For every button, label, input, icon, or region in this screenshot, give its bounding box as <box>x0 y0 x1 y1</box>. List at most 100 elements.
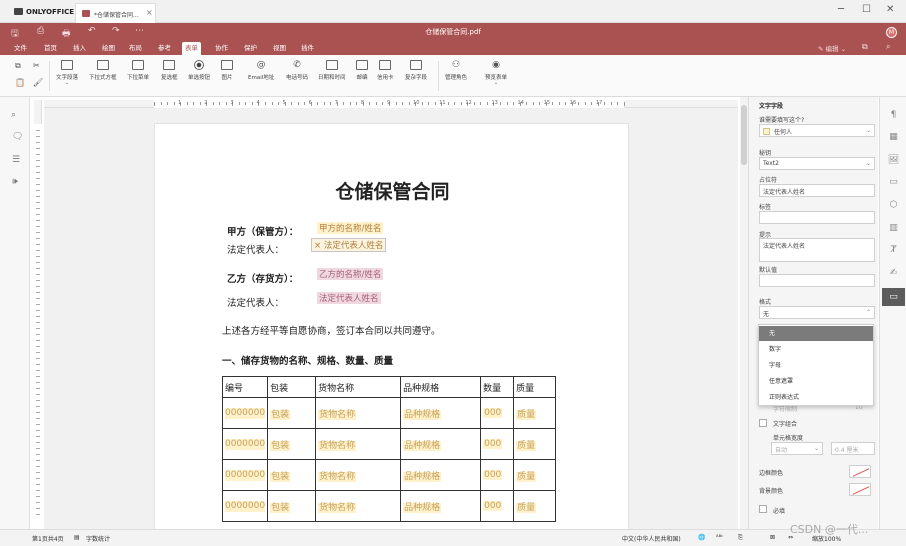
page-indicator[interactable]: 第1页共4页 <box>32 534 64 543</box>
maximize-icon[interactable]: ☐ <box>862 4 871 15</box>
radio-button-button[interactable]: 单选按钮 <box>188 60 210 81</box>
manage-roles-button[interactable]: ⚇ 管理角色 <box>445 60 467 81</box>
horizontal-ruler[interactable]: 1 2 3 4 5 6 7 8 9 10 11 12 13 14 15 16 17 <box>44 100 738 108</box>
border-color-picker[interactable] <box>849 465 871 478</box>
goods-name-field[interactable]: 货物名称 <box>318 440 357 451</box>
id-field[interactable]: 0000000 <box>225 407 266 419</box>
minimize-icon[interactable]: ─ <box>838 4 844 15</box>
copy-icon[interactable]: ⧉ <box>15 61 21 71</box>
format-select[interactable]: 无 ⌃ <box>759 306 875 319</box>
tip-input[interactable]: 法定代表人姓名 <box>759 238 875 262</box>
quality-field[interactable]: 质量 <box>516 502 537 513</box>
key-select[interactable]: Text2 ⌄ <box>759 157 875 170</box>
quantity-field[interactable]: 000 <box>483 439 503 449</box>
tab-view[interactable]: 视图 <box>270 42 289 55</box>
chart-settings-icon[interactable]: ▥ <box>887 223 900 233</box>
text-field-button[interactable]: 文字段落 ⌄ <box>56 60 78 86</box>
format-option-none[interactable]: 无 <box>759 326 873 341</box>
format-option-digits[interactable]: 数字 <box>759 342 873 357</box>
zip-button[interactable]: 邮编 <box>356 60 368 81</box>
search-icon[interactable]: ⌕ <box>11 110 16 120</box>
datetime-button[interactable]: 日期和时间 <box>318 60 346 81</box>
quantity-field[interactable]: 000 <box>483 470 503 480</box>
id-field[interactable]: 0000000 <box>225 438 266 450</box>
spec-field[interactable]: 品种规格 <box>403 471 442 482</box>
shape-settings-icon[interactable]: ⬡ <box>887 200 900 210</box>
format-option-letters[interactable]: 字母 <box>759 358 873 373</box>
checkbox-button[interactable]: 复选框 <box>161 60 178 81</box>
id-field[interactable]: 0000000 <box>225 500 266 512</box>
credit-card-button[interactable]: 信用卡 <box>377 60 394 81</box>
who-fills-select[interactable]: 任何人 ⌄ <box>759 124 875 137</box>
required-checkbox[interactable] <box>759 505 767 513</box>
table-settings-icon[interactable]: ▦ <box>887 132 900 142</box>
globe-icon[interactable]: 🌐 <box>698 534 705 541</box>
cut-icon[interactable]: ✂ <box>33 61 40 70</box>
combo-box-button[interactable]: 下拉式方框 <box>89 60 117 81</box>
goods-name-field[interactable]: 货物名称 <box>318 471 357 482</box>
comments-icon[interactable]: 🗨 <box>12 132 23 142</box>
default-value-input[interactable] <box>759 274 875 287</box>
image-settings-icon[interactable]: 🖼 <box>887 155 900 165</box>
track-changes-icon[interactable]: ⎘ <box>738 534 743 542</box>
format-option-regex[interactable]: 正则表达式 <box>759 390 873 405</box>
form-settings-icon[interactable]: ▭ <box>882 288 905 306</box>
user-avatar[interactable]: M <box>886 27 897 38</box>
spellcheck-icon[interactable]: ᴬᴮᶜ <box>716 534 723 541</box>
fit-page-icon[interactable]: ⊠ <box>770 534 775 541</box>
close-window-icon[interactable]: ✕ <box>886 4 894 15</box>
word-count-button[interactable]: 字数统计 <box>86 534 110 543</box>
package-field[interactable]: 包装 <box>270 409 291 420</box>
vertical-scrollbar[interactable] <box>740 97 748 529</box>
vertical-ruler[interactable] <box>34 100 42 525</box>
legal-rep-a-field[interactable]: × 法定代表人姓名 <box>311 238 387 252</box>
quality-field[interactable]: 质量 <box>516 471 537 482</box>
tab-references[interactable]: 参考 <box>155 42 174 55</box>
package-field[interactable]: 包装 <box>270 440 291 451</box>
goods-name-field[interactable]: 货物名称 <box>318 502 357 513</box>
dropdown-list-button[interactable]: 下拉菜单 <box>127 60 149 81</box>
header-footer-icon[interactable]: ▭ <box>887 177 900 187</box>
spec-field[interactable]: 品种规格 <box>403 409 442 420</box>
tab-draw[interactable]: 绘图 <box>99 42 118 55</box>
id-field[interactable]: 0000000 <box>225 469 266 481</box>
tab-layout[interactable]: 布局 <box>126 42 145 55</box>
quantity-field[interactable]: 000 <box>483 501 503 511</box>
phone-button[interactable]: ✆ 电话号码 <box>286 60 308 81</box>
paste-icon[interactable]: 📋 <box>15 78 25 87</box>
image-button[interactable]: 图片 <box>221 60 233 81</box>
edit-mode-button[interactable]: ✎ 编辑 ⌄ <box>818 43 846 53</box>
tag-input[interactable] <box>759 211 875 224</box>
comb-checkbox[interactable] <box>759 419 767 427</box>
placeholder-input[interactable]: 法定代表人姓名 <box>759 184 875 197</box>
preview-form-button[interactable]: ◉ 预览表单 ⌄ <box>485 60 507 86</box>
tab-forms[interactable]: 表单 <box>182 42 201 55</box>
speaker-icon[interactable]: 🕪 <box>12 177 18 187</box>
format-option-mask[interactable]: 任意遮罩 <box>759 374 873 389</box>
document-page[interactable]: 仓储保管合同 甲方（保管方）： 甲方的名称/姓名 法定代表人： × 法定代表人姓… <box>154 123 629 529</box>
email-button[interactable]: @ Email地址 <box>248 60 274 81</box>
complex-field-button[interactable]: 复杂字段 <box>405 60 427 81</box>
open-location-icon[interactable]: ⧉ <box>862 42 868 52</box>
search-icon[interactable]: ⌕ <box>886 42 890 52</box>
party-b-name-field[interactable]: 乙方的名称/姓名 <box>317 268 384 280</box>
tab-insert[interactable]: 插入 <box>70 42 89 55</box>
quantity-field[interactable]: 000 <box>483 408 503 418</box>
spec-field[interactable]: 品种规格 <box>403 440 442 451</box>
spec-field[interactable]: 品种规格 <box>403 502 442 513</box>
package-field[interactable]: 包装 <box>270 471 291 482</box>
signature-icon[interactable]: ✍ <box>887 268 900 278</box>
party-a-name-field[interactable]: 甲方的名称/姓名 <box>317 222 384 234</box>
document-canvas[interactable]: 仓储保管合同 甲方（保管方）： 甲方的名称/姓名 法定代表人： × 法定代表人姓… <box>44 108 738 529</box>
tab-collaboration[interactable]: 协作 <box>212 42 231 55</box>
tab-plugins[interactable]: 插件 <box>298 42 317 55</box>
legal-rep-b-field[interactable]: 法定代表人姓名 <box>317 292 381 304</box>
quality-field[interactable]: 质量 <box>516 440 537 451</box>
tab-protect[interactable]: 保护 <box>241 42 260 55</box>
scrollbar-thumb[interactable] <box>741 105 747 165</box>
cell-width-input[interactable]: 0.4 厘米 <box>831 442 875 455</box>
paragraph-settings-icon[interactable]: ¶ <box>887 110 900 120</box>
quality-field[interactable]: 质量 <box>516 409 537 420</box>
goods-name-field[interactable]: 货物名称 <box>318 409 357 420</box>
copy-style-icon[interactable]: 🖌 <box>33 78 43 87</box>
